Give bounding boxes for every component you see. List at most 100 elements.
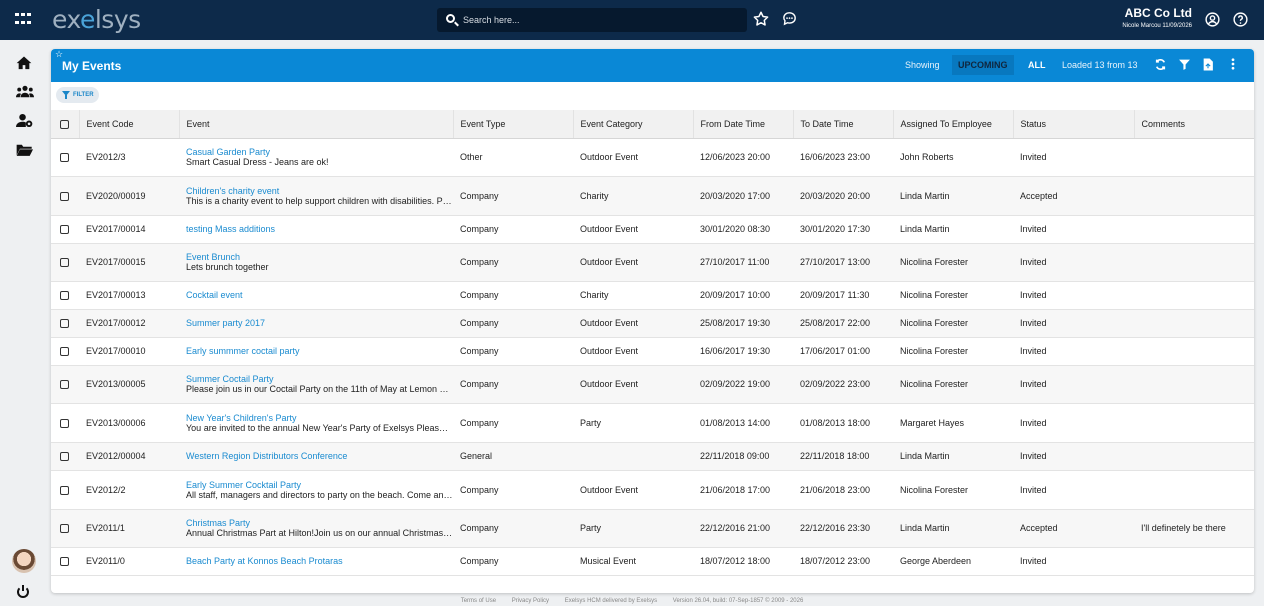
table-row[interactable]: EV2011/1 Christmas Party Annual Christmas … — [51, 509, 1254, 548]
table-row[interactable]: EV2012/2 Early Summer Cocktail Party All s… — [51, 470, 1254, 510]
event-category-cell — [573, 442, 693, 471]
app-logo[interactable]: exelsys — [52, 5, 141, 34]
event-title-link[interactable]: Casual Garden Party — [186, 147, 453, 157]
apps-grid-icon[interactable] — [15, 13, 31, 27]
employee-cell: Nicolina Forester — [893, 309, 1013, 338]
to-date-cell: 21/06/2018 23:00 — [793, 470, 893, 510]
row-select-cell[interactable] — [51, 470, 79, 510]
col-from-date[interactable]: From Date Time — [693, 110, 794, 139]
col-to-date[interactable]: To Date Time — [793, 110, 894, 139]
event-code-cell: EV2011/1 — [79, 509, 179, 548]
table-row[interactable]: EV2017/00012 Summer party 2017 Company Outd… — [51, 309, 1254, 338]
comments-cell — [1134, 138, 1254, 177]
table-row[interactable]: EV2013/00005 Summer Coctail Party Please j… — [51, 365, 1254, 404]
event-cell: Western Region Distributors Conference — [179, 442, 453, 471]
refresh-icon[interactable] — [1153, 58, 1167, 72]
row-checkbox[interactable] — [60, 291, 69, 301]
col-assigned-employee[interactable]: Assigned To Employee — [893, 110, 1014, 139]
row-select-cell[interactable] — [51, 547, 79, 576]
row-select-cell[interactable] — [51, 337, 79, 366]
col-event[interactable]: Event — [179, 110, 454, 139]
event-title-link[interactable]: Beach Party at Konnos Beach Protaras — [186, 556, 453, 566]
table-row[interactable]: EV2012/00004 Western Region Distributors … — [51, 442, 1254, 471]
filter-all-toggle[interactable]: ALL — [1022, 55, 1052, 75]
event-title-link[interactable]: Early Summer Cocktail Party — [186, 480, 453, 490]
table-row[interactable]: EV2017/00010 Early summmer coctail party C… — [51, 337, 1254, 366]
row-select-cell[interactable] — [51, 176, 79, 216]
table-row[interactable]: EV2020/00019 Children's charity event This… — [51, 176, 1254, 216]
col-event-code[interactable]: Event Code — [79, 110, 180, 139]
row-checkbox[interactable] — [60, 485, 69, 495]
account-icon[interactable] — [1203, 11, 1221, 29]
event-title-link[interactable]: Summer Coctail Party — [186, 374, 453, 384]
from-date-cell: 30/01/2020 08:30 — [693, 215, 793, 244]
search-input[interactable] — [463, 12, 733, 28]
table-header-row: Event Code Event Event Type Event Catego… — [51, 110, 1254, 139]
to-date-cell: 22/12/2016 23:30 — [793, 509, 893, 548]
employee-cell: Linda Martin — [893, 176, 1013, 216]
terms-link[interactable]: Terms of Use — [461, 598, 496, 604]
export-icon[interactable] — [1201, 58, 1215, 72]
event-title-link[interactable]: Early summmer coctail party — [186, 346, 453, 356]
user-settings-icon[interactable] — [16, 113, 34, 129]
table-row[interactable]: EV2013/00006 New Year's Children's Party Y… — [51, 403, 1254, 443]
row-checkbox[interactable] — [60, 452, 69, 462]
row-checkbox[interactable] — [60, 524, 69, 534]
privacy-link[interactable]: Privacy Policy — [512, 598, 549, 604]
row-select-cell[interactable] — [51, 509, 79, 548]
col-comments[interactable]: Comments — [1134, 110, 1254, 139]
event-code-cell: EV2017/00013 — [79, 281, 179, 310]
event-title-link[interactable]: testing Mass additions — [186, 224, 453, 234]
select-all-checkbox[interactable] — [60, 119, 69, 129]
folder-icon[interactable] — [16, 143, 34, 159]
event-title-link[interactable]: Christmas Party — [186, 518, 453, 528]
event-title-link[interactable]: Summer party 2017 — [186, 318, 453, 328]
event-description: You are invited to the annual New Year's… — [186, 422, 453, 433]
filter-chip[interactable]: FILTER — [56, 87, 99, 103]
event-title-link[interactable]: Western Region Distributors Conference — [186, 451, 453, 461]
employee-cell: John Roberts — [893, 138, 1013, 177]
star-icon[interactable] — [752, 10, 770, 28]
row-select-cell[interactable] — [51, 309, 79, 338]
row-select-cell[interactable] — [51, 365, 79, 404]
team-icon[interactable] — [16, 84, 34, 100]
row-select-cell[interactable] — [51, 138, 79, 177]
help-icon[interactable] — [1231, 11, 1249, 29]
row-select-cell[interactable] — [51, 403, 79, 443]
row-select-cell[interactable] — [51, 281, 79, 310]
row-checkbox[interactable] — [60, 191, 69, 201]
row-select-cell[interactable] — [51, 442, 79, 471]
row-checkbox[interactable] — [60, 153, 69, 163]
select-all-cell[interactable] — [51, 110, 80, 139]
row-checkbox[interactable] — [60, 418, 69, 428]
power-icon[interactable] — [17, 585, 29, 598]
user-avatar[interactable] — [12, 549, 36, 573]
col-status[interactable]: Status — [1013, 110, 1135, 139]
row-checkbox[interactable] — [60, 557, 69, 567]
filter-icon[interactable] — [1177, 58, 1191, 72]
event-title-link[interactable]: New Year's Children's Party — [186, 413, 453, 423]
event-title-link[interactable]: Event Brunch — [186, 252, 453, 262]
col-event-category[interactable]: Event Category — [573, 110, 694, 139]
row-checkbox[interactable] — [60, 258, 69, 268]
chat-icon[interactable] — [780, 10, 798, 28]
event-title-link[interactable]: Cocktail event — [186, 290, 453, 300]
table-row[interactable]: EV2011/0 Beach Party at Konnos Beach Prot… — [51, 547, 1254, 576]
row-checkbox[interactable] — [60, 225, 69, 235]
more-options-icon[interactable] — [1226, 58, 1240, 72]
table-row[interactable]: EV2017/00013 Cocktail event Company Charity… — [51, 281, 1254, 310]
event-category-cell: Outdoor Event — [573, 215, 693, 244]
row-select-cell[interactable] — [51, 243, 79, 282]
row-checkbox[interactable] — [60, 319, 69, 329]
home-icon[interactable] — [16, 55, 34, 71]
row-select-cell[interactable] — [51, 215, 79, 244]
col-event-type[interactable]: Event Type — [453, 110, 574, 139]
filter-upcoming-toggle[interactable]: UPCOMING — [952, 55, 1014, 75]
table-row[interactable]: EV2017/00015 Event Brunch Lets brunch toge… — [51, 243, 1254, 282]
row-checkbox[interactable] — [60, 380, 69, 390]
event-title-link[interactable]: Children's charity event — [186, 186, 453, 196]
table-row[interactable]: EV2012/3 Casual Garden Party Smart Casual … — [51, 138, 1254, 177]
table-row[interactable]: EV2017/00014 testing Mass additions Compan… — [51, 215, 1254, 244]
global-search[interactable] — [437, 8, 747, 32]
row-checkbox[interactable] — [60, 347, 69, 357]
